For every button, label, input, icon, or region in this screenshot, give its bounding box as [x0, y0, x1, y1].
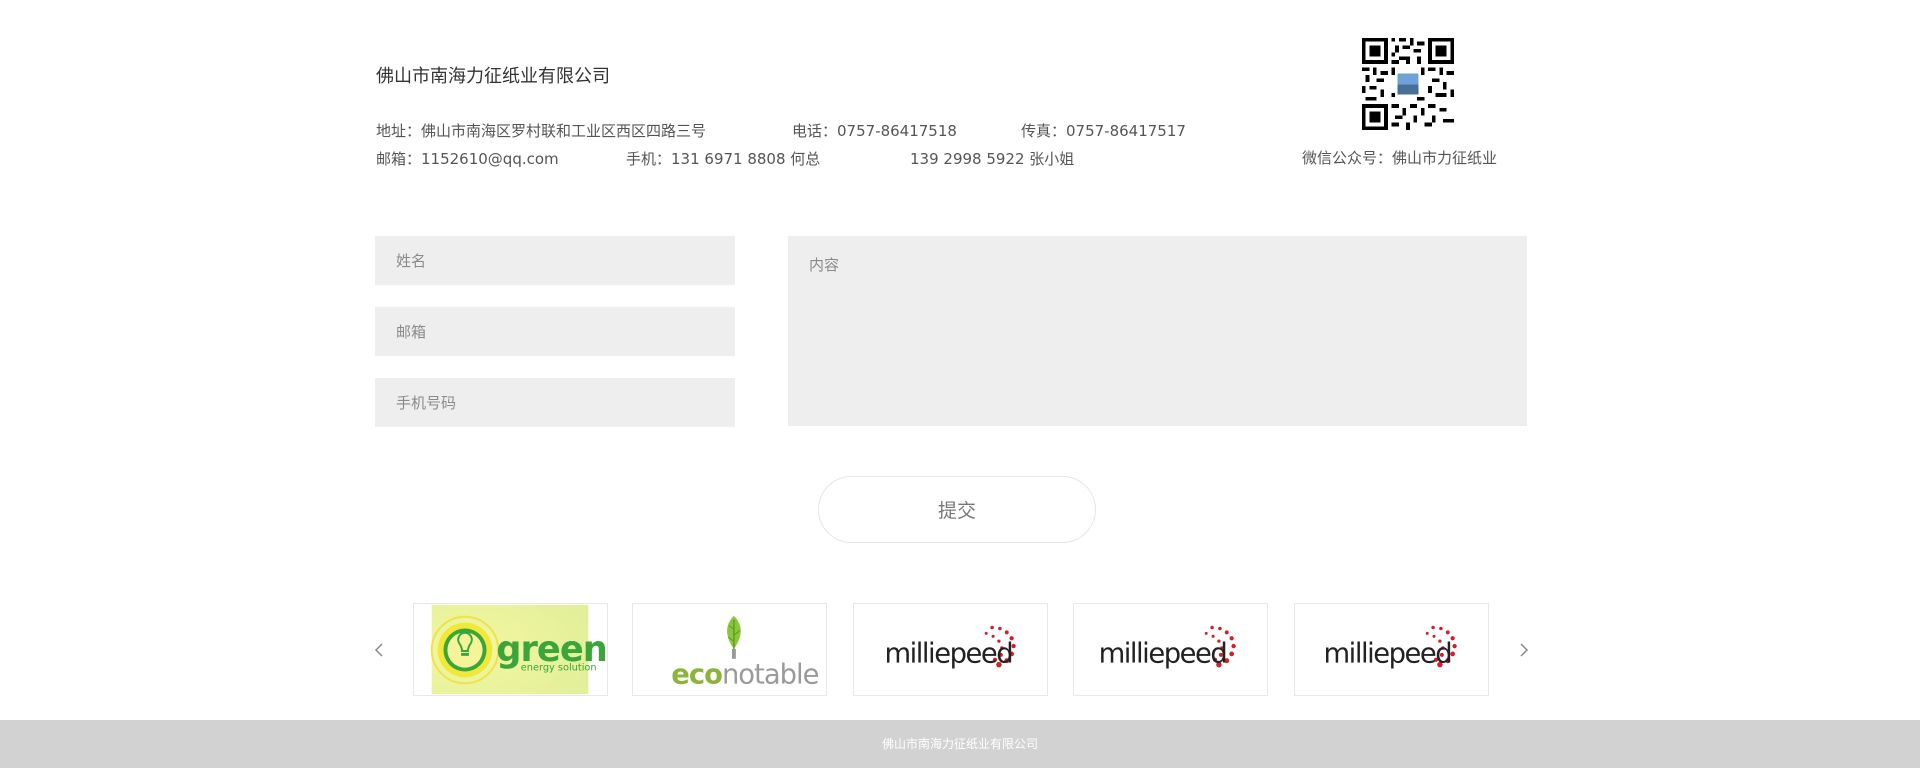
partner-logo-econotable[interactable]: econotable [632, 603, 827, 696]
econotable-logo-prefix: eco [671, 659, 722, 690]
chevron-right-icon[interactable] [1517, 638, 1531, 662]
footer: 佛山市南海力征纸业有限公司 [0, 720, 1920, 768]
footer-copyright: 佛山市南海力征纸业有限公司 [881, 737, 1038, 751]
partner-logo-milliepeed[interactable]: milliepeed [1073, 603, 1268, 696]
contact-page: 佛山市南海力征纸业有限公司 地址：佛山市南海区罗村联和工业区西区四路三号 电话：… [0, 0, 1920, 768]
svg-text:econotable: econotable [671, 659, 818, 690]
partner-logo-milliepeed[interactable]: milliepeed [1294, 603, 1489, 696]
email-text: 邮箱：1152610@qq.com [376, 150, 559, 168]
wechat-qr-code [1362, 38, 1454, 130]
phone-text: 电话：0757-86417518 [792, 122, 957, 140]
submit-button[interactable]: 提交 [818, 476, 1096, 543]
mobile-text-1: 手机：131 6971 8808 何总 [626, 150, 821, 168]
email-input[interactable] [375, 307, 735, 356]
green-logo-subtext: energy solution [521, 663, 597, 674]
chevron-left-icon[interactable] [372, 638, 386, 662]
phone-input[interactable] [375, 378, 735, 427]
fax-text: 传真：0757-86417517 [1021, 122, 1186, 140]
partner-logo-green[interactable]: green energy solution [413, 603, 608, 696]
address-text: 地址：佛山市南海区罗村联和工业区西区四路三号 [376, 122, 707, 140]
econotable-logo-suffix: notable [722, 659, 819, 690]
wechat-account-text: 微信公众号：佛山市力征纸业 [1302, 149, 1498, 167]
milliepeed-logo-text: milliepeed [1323, 639, 1451, 670]
milliepeed-logo-text: milliepeed [884, 639, 1012, 670]
partner-logo-milliepeed[interactable]: milliepeed [853, 603, 1048, 696]
name-input[interactable] [375, 236, 735, 285]
milliepeed-logo-text: milliepeed [1099, 639, 1227, 670]
mobile-text-2: 139 2998 5922 张小姐 [910, 150, 1075, 168]
content-textarea[interactable] [788, 236, 1527, 426]
company-name: 佛山市南海力征纸业有限公司 [376, 66, 610, 87]
